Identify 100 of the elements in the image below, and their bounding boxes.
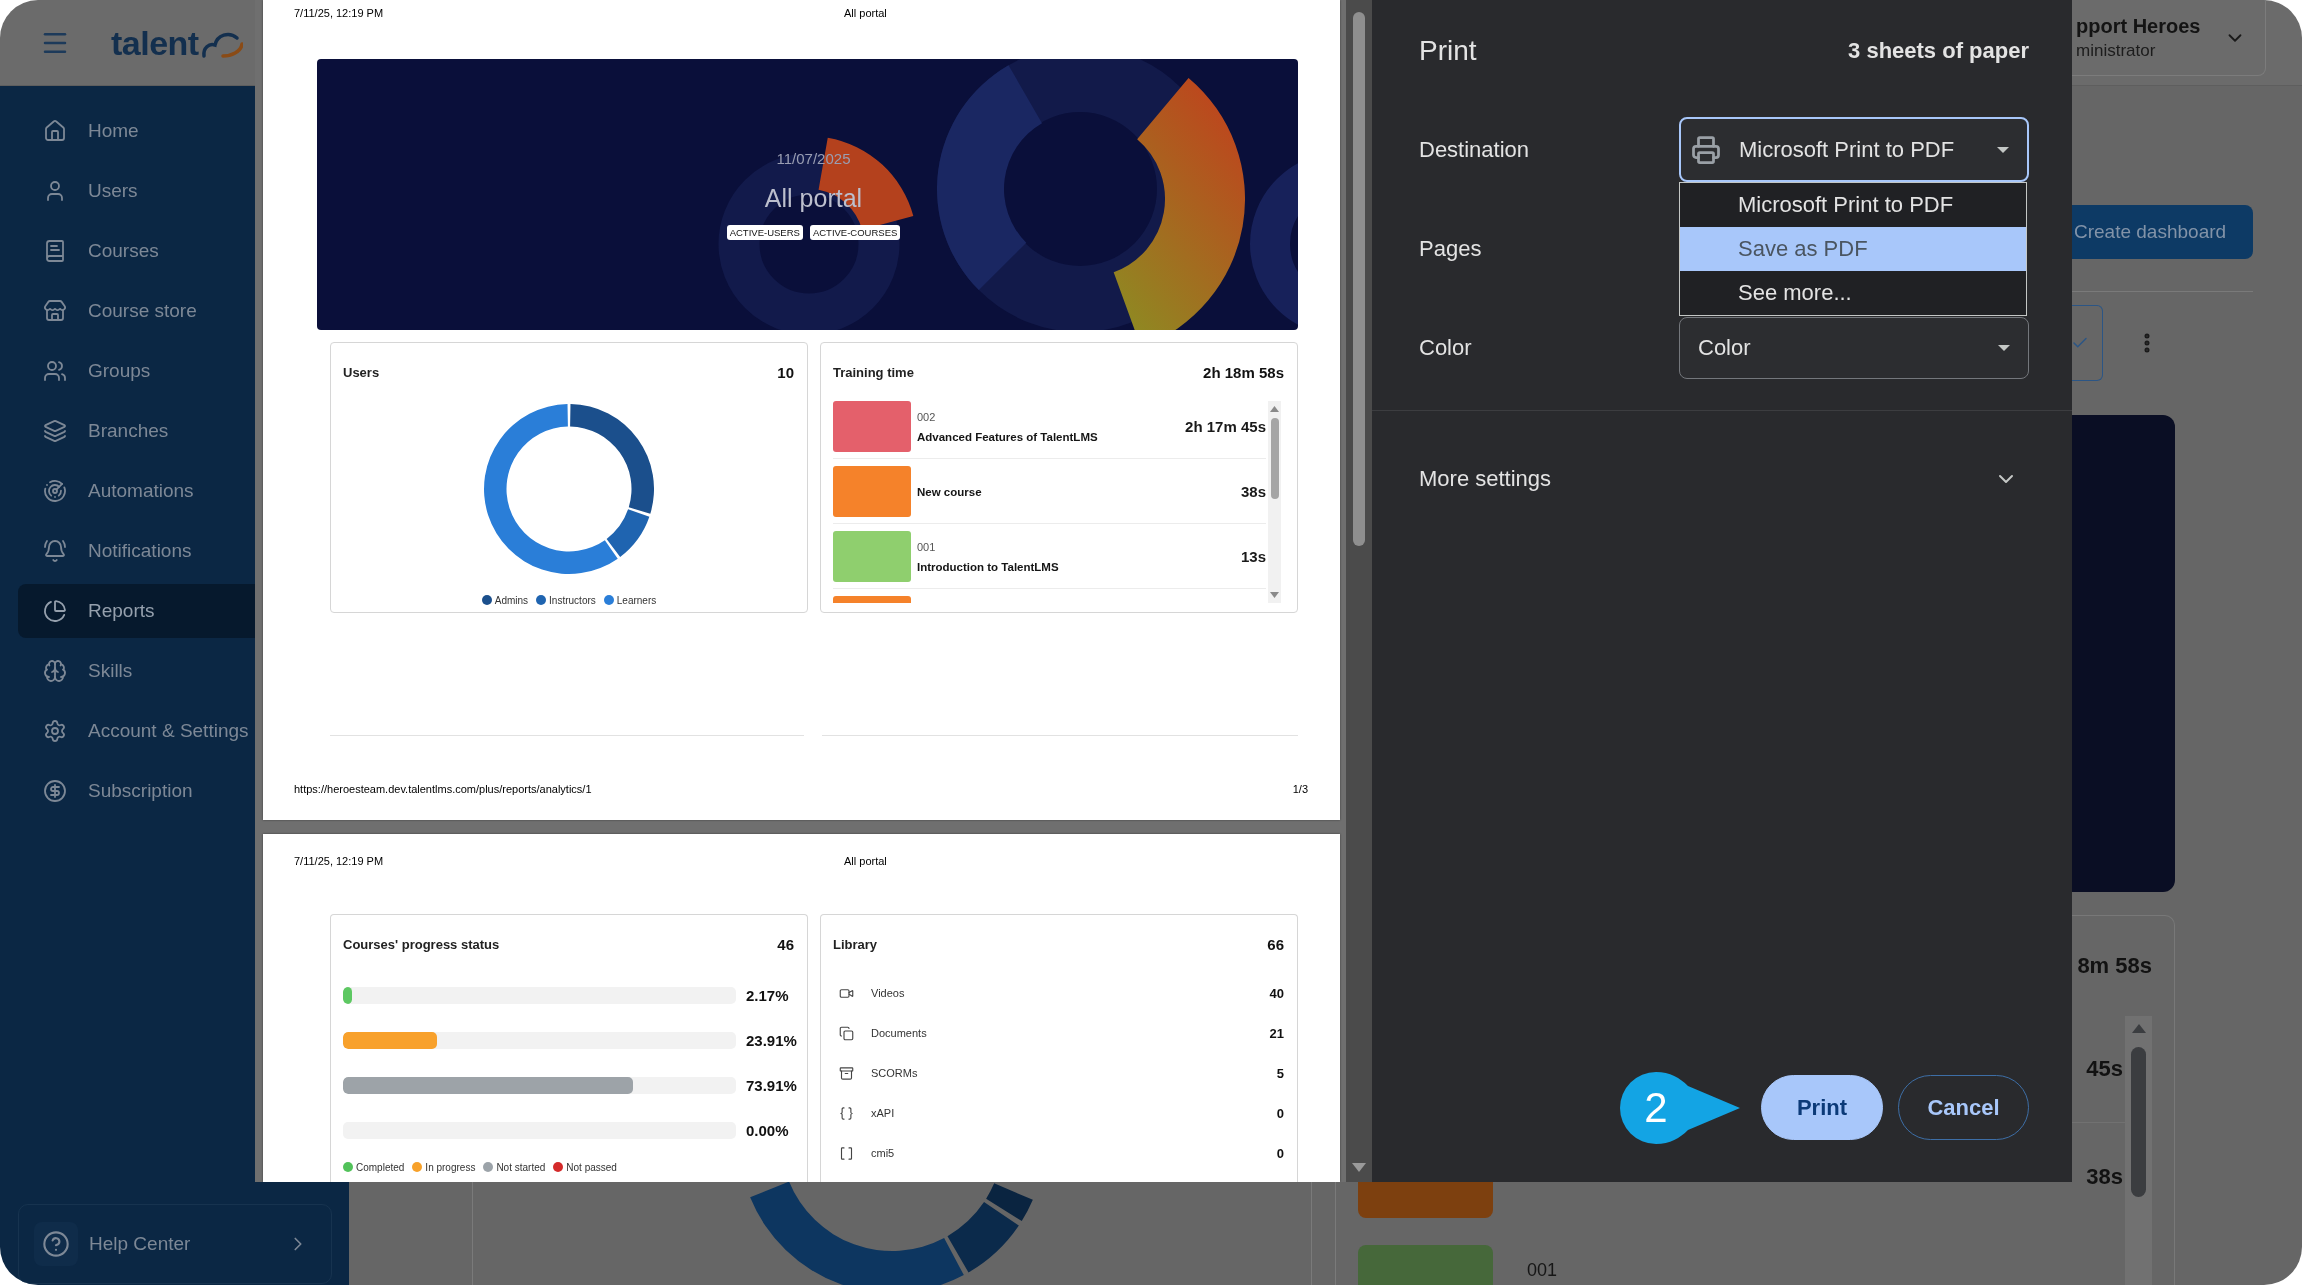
brackets-icon bbox=[839, 1145, 854, 1161]
duration-text: 38s bbox=[2086, 1163, 2123, 1190]
legend-label: Completed bbox=[356, 1161, 405, 1173]
sidebar-item[interactable]: Automations bbox=[18, 464, 255, 518]
scroll-down-arrow-icon[interactable] bbox=[1270, 592, 1279, 598]
course-code: 001 bbox=[917, 539, 937, 554]
page-header-date: 7/11/25, 12:19 PM bbox=[294, 854, 385, 868]
select-field[interactable]: Color bbox=[1679, 316, 2029, 379]
dropdown-caret-icon bbox=[1998, 344, 2010, 351]
scrollbar[interactable] bbox=[1346, 0, 1372, 1182]
course-duration: 13s bbox=[1240, 548, 1266, 565]
card-title: Training time bbox=[833, 364, 914, 380]
layers-icon bbox=[43, 419, 67, 443]
sidebar-item[interactable]: Courses bbox=[18, 224, 255, 278]
library-label: xAPI bbox=[871, 1107, 896, 1119]
library-count: 40 bbox=[1269, 985, 1284, 1001]
scroll-down-arrow-icon[interactable] bbox=[1352, 1163, 1366, 1172]
duration-text: 45s bbox=[2086, 1056, 2123, 1082]
progress-percent: 0.00% bbox=[746, 1122, 790, 1139]
legend-label: Admins bbox=[494, 594, 529, 606]
more-settings-toggle[interactable]: More settings bbox=[1419, 445, 2029, 513]
card-count: 46 bbox=[777, 935, 794, 953]
sidebar-item[interactable]: Branches bbox=[18, 404, 255, 458]
users-icon bbox=[43, 359, 67, 383]
book-icon bbox=[43, 239, 67, 263]
progress-percent: 23.91% bbox=[746, 1032, 798, 1049]
user-role: ministrator bbox=[2076, 41, 2157, 61]
tag: ACTIVE-COURSES bbox=[809, 225, 901, 240]
progress-percent: 2.17% bbox=[746, 987, 790, 1004]
sidebar-item[interactable]: Subscription bbox=[18, 764, 255, 818]
bell-icon bbox=[43, 539, 67, 563]
scrollbar[interactable] bbox=[1268, 401, 1281, 603]
setting-label: Destination bbox=[1419, 136, 1531, 163]
library-count: 0 bbox=[1276, 1145, 1284, 1161]
print-button[interactable]: Print bbox=[1761, 1075, 1883, 1140]
page-header-title: All portal bbox=[844, 6, 888, 20]
sidebar-item[interactable]: Notifications bbox=[18, 524, 255, 578]
card-count: 66 bbox=[1267, 935, 1284, 953]
tag: ACTIVE-USERS bbox=[726, 225, 803, 240]
training-total: 8m 58s bbox=[2077, 953, 2152, 979]
create-dashboard-button[interactable]: Create dashboard bbox=[2071, 205, 2253, 259]
progress-percent: 73.91% bbox=[746, 1077, 798, 1094]
card-title: Library bbox=[833, 936, 878, 952]
legend-label: Not passed bbox=[566, 1161, 617, 1173]
scrollbar-thumb[interactable] bbox=[2131, 1047, 2146, 1197]
library-label: SCORMs bbox=[871, 1067, 919, 1079]
scrollbar[interactable] bbox=[2125, 1016, 2152, 1285]
store-icon bbox=[43, 299, 67, 323]
sidebar-item[interactable]: Home bbox=[18, 104, 255, 158]
course-duration: 38s bbox=[1240, 483, 1266, 500]
course-title: New course bbox=[917, 484, 983, 499]
pie-chart-icon bbox=[43, 599, 67, 623]
sidebar-item[interactable]: Reports bbox=[18, 584, 255, 638]
scrollbar-thumb[interactable] bbox=[1353, 12, 1365, 546]
card-count: 10 bbox=[777, 363, 794, 381]
printer-icon bbox=[1691, 134, 1721, 165]
legend-label: Not started bbox=[496, 1161, 546, 1173]
library-count: 0 bbox=[1276, 1105, 1284, 1121]
card-title: Courses' progress status bbox=[343, 936, 500, 952]
menu-item[interactable]: See more... bbox=[1680, 271, 2026, 315]
scrollbar-thumb[interactable] bbox=[1270, 418, 1279, 499]
dropdown-caret-icon bbox=[1997, 146, 2009, 153]
scroll-up-arrow-icon[interactable] bbox=[2131, 1024, 2146, 1033]
help-center-link[interactable]: Help Center bbox=[18, 1204, 332, 1284]
library-label: Documents bbox=[871, 1027, 928, 1039]
library-count: 21 bbox=[1269, 1025, 1284, 1041]
help-icon bbox=[34, 1222, 78, 1266]
legend-label: In progress bbox=[425, 1161, 476, 1173]
course-code: 001 bbox=[1527, 1259, 1559, 1281]
legend-label: Learners bbox=[616, 594, 657, 606]
setting-label: Pages bbox=[1419, 235, 1483, 262]
menu-item[interactable]: Save as PDF bbox=[1680, 227, 2026, 271]
library-count: 5 bbox=[1276, 1065, 1284, 1081]
logo-text: talent bbox=[111, 25, 199, 60]
card-count: 2h 18m 58s bbox=[1203, 363, 1284, 381]
menu-item[interactable]: Microsoft Print to PDF bbox=[1680, 183, 2026, 227]
sheet-count: 3 sheets of paper bbox=[1848, 38, 2029, 64]
legend-label: Instructors bbox=[549, 594, 596, 606]
page-header-date: 7/11/25, 12:19 PM bbox=[294, 6, 385, 20]
select-field[interactable]: Microsoft Print to PDF bbox=[1679, 117, 2029, 182]
library-label: Videos bbox=[871, 987, 906, 999]
user-name: pport Heroes bbox=[2076, 14, 2201, 37]
copy-icon bbox=[839, 1025, 854, 1041]
brain-icon bbox=[43, 659, 67, 683]
card-title: Users bbox=[343, 364, 380, 380]
radar-icon bbox=[43, 479, 67, 503]
course-duration: 2h 17m 45s bbox=[1185, 418, 1266, 435]
sidebar-item[interactable]: Users bbox=[18, 164, 255, 218]
scroll-up-arrow-icon[interactable] bbox=[1270, 406, 1279, 412]
braces-icon bbox=[839, 1105, 854, 1121]
page-url: https://heroesteam.dev.talentlms.com/plus/reports/analytics/1 bbox=[294, 782, 592, 796]
sidebar-item[interactable]: Groups bbox=[18, 344, 255, 398]
sidebar-item[interactable]: Account & Settings bbox=[18, 704, 255, 758]
course-title: Advanced Features of TalentLMS bbox=[917, 429, 1099, 444]
sidebar-item[interactable]: Skills bbox=[18, 644, 255, 698]
page-number: 1/3 bbox=[1292, 782, 1308, 796]
sidebar-item[interactable]: Course store bbox=[18, 284, 255, 338]
dialog-title: Print bbox=[1419, 35, 1477, 67]
course-title: Introduction to TalentLMS bbox=[917, 559, 1060, 574]
dollar-icon bbox=[43, 779, 67, 803]
